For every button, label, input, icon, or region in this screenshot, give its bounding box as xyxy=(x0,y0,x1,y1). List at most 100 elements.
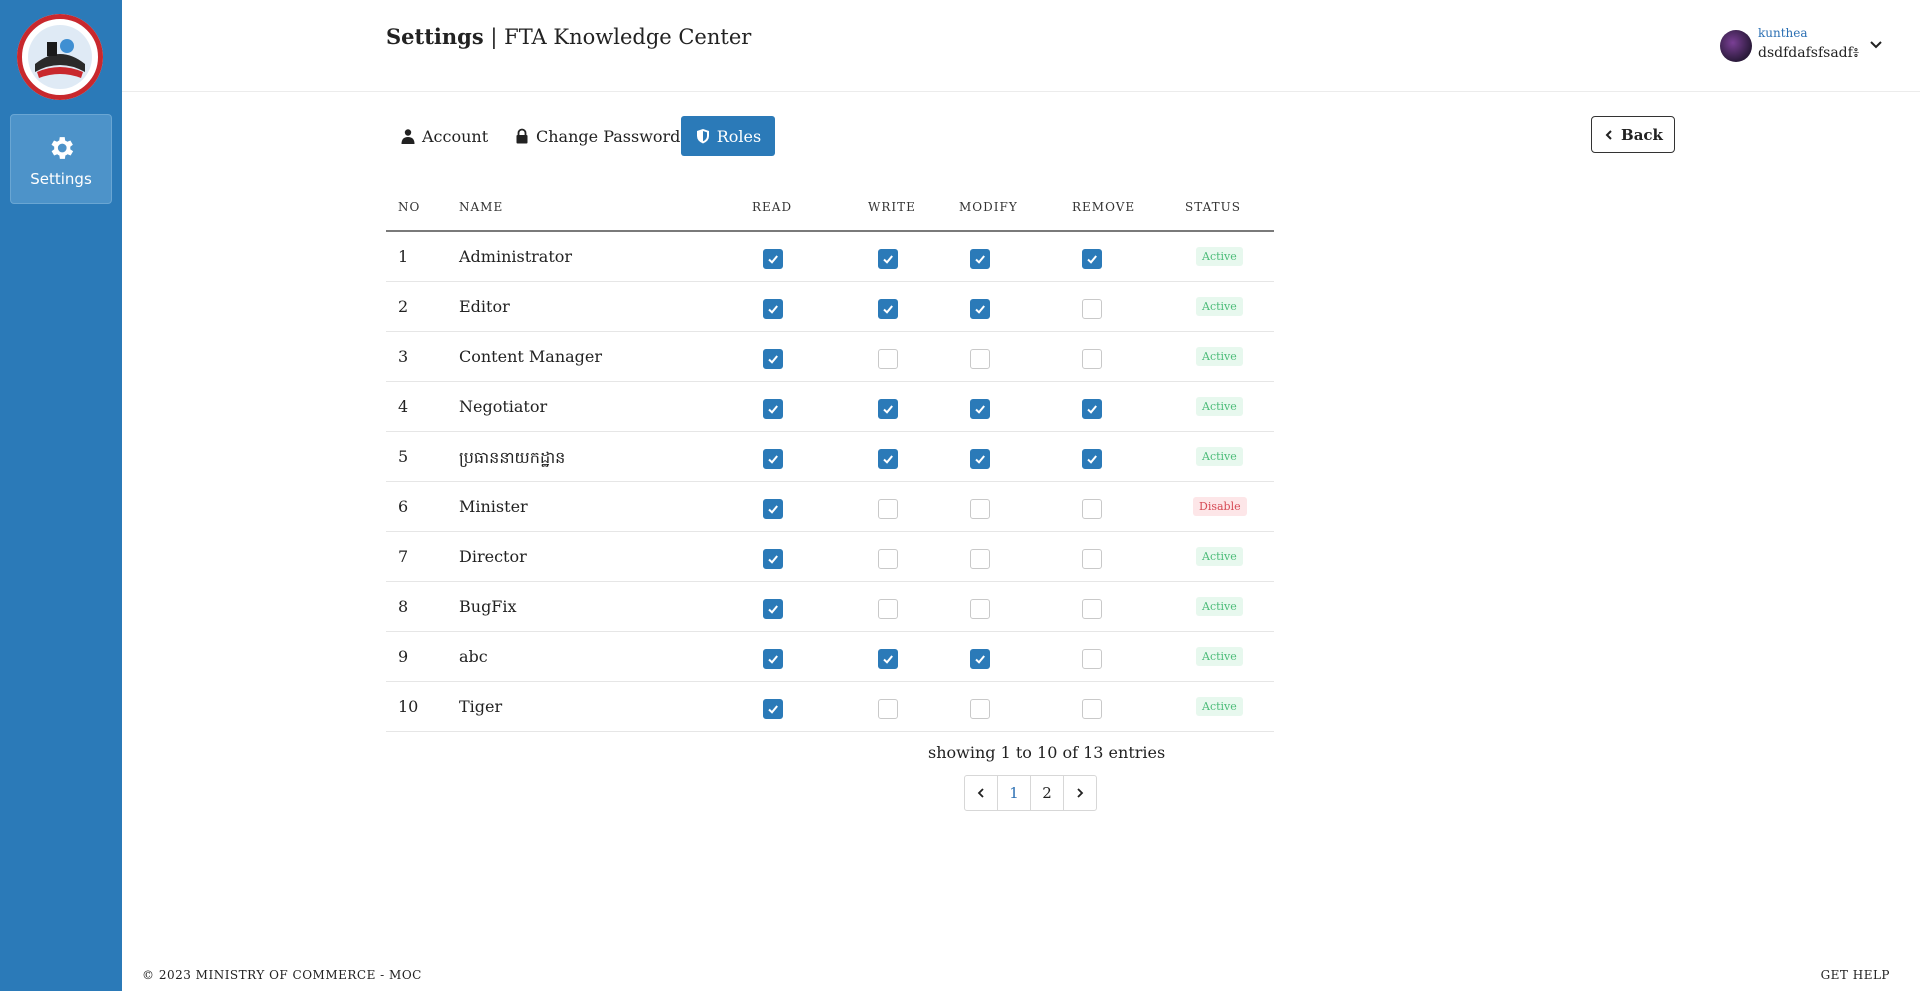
row-number: 3 xyxy=(398,347,409,366)
table-row: 1 Administrator Active xyxy=(386,232,1274,282)
check-icon xyxy=(1087,255,1097,264)
row-number: 1 xyxy=(398,247,409,266)
write-checkbox[interactable] xyxy=(878,249,898,269)
modify-checkbox[interactable] xyxy=(970,499,990,519)
pagination-info: showing 1 to 10 of 13 entries xyxy=(928,743,1166,762)
get-help-link[interactable]: GET HELP xyxy=(1821,968,1890,982)
check-icon xyxy=(768,505,778,514)
check-icon xyxy=(768,605,778,614)
modify-checkbox[interactable] xyxy=(970,299,990,319)
remove-checkbox[interactable] xyxy=(1082,699,1102,719)
check-icon xyxy=(975,305,985,314)
page-title-separator: | xyxy=(483,25,505,49)
status-badge: Active xyxy=(1196,247,1243,266)
col-header-write: WRITE xyxy=(868,200,916,214)
remove-checkbox[interactable] xyxy=(1082,599,1102,619)
write-checkbox[interactable] xyxy=(878,649,898,669)
modify-checkbox[interactable] xyxy=(970,449,990,469)
status-badge: Active xyxy=(1196,347,1243,366)
check-icon xyxy=(1087,405,1097,414)
modify-checkbox[interactable] xyxy=(970,649,990,669)
remove-checkbox[interactable] xyxy=(1082,499,1102,519)
status-badge: Active xyxy=(1196,547,1243,566)
check-icon xyxy=(975,655,985,664)
check-icon xyxy=(768,455,778,464)
write-checkbox[interactable] xyxy=(878,549,898,569)
role-name: Minister xyxy=(459,497,528,516)
remove-checkbox[interactable] xyxy=(1082,399,1102,419)
modify-checkbox[interactable] xyxy=(970,349,990,369)
write-checkbox[interactable] xyxy=(878,399,898,419)
read-checkbox[interactable] xyxy=(763,599,783,619)
tab-label: Change Password xyxy=(536,126,681,146)
write-checkbox[interactable] xyxy=(878,349,898,369)
tab-roles[interactable]: Roles xyxy=(681,116,775,156)
modify-checkbox[interactable] xyxy=(970,549,990,569)
status-badge: Active xyxy=(1196,397,1243,416)
page-button-2[interactable]: 2 xyxy=(1030,775,1064,811)
role-name: Editor xyxy=(459,297,510,316)
remove-checkbox[interactable] xyxy=(1082,549,1102,569)
row-number: 10 xyxy=(398,697,419,716)
role-name: Administrator xyxy=(459,247,573,266)
sidebar-item-settings[interactable]: Settings xyxy=(10,114,112,204)
gear-icon xyxy=(51,137,74,159)
chevron-left-icon xyxy=(1605,129,1612,140)
read-checkbox[interactable] xyxy=(763,449,783,469)
next-page-button[interactable] xyxy=(1063,775,1097,811)
role-name: ប្រធាននាយកដ្ឋាន xyxy=(459,448,566,467)
col-header-read: READ xyxy=(752,200,793,214)
status-badge: Active xyxy=(1196,447,1243,466)
read-checkbox[interactable] xyxy=(763,499,783,519)
check-icon xyxy=(975,455,985,464)
read-checkbox[interactable] xyxy=(763,699,783,719)
modify-checkbox[interactable] xyxy=(970,399,990,419)
write-checkbox[interactable] xyxy=(878,499,898,519)
remove-checkbox[interactable] xyxy=(1082,449,1102,469)
read-checkbox[interactable] xyxy=(763,549,783,569)
read-checkbox[interactable] xyxy=(763,649,783,669)
role-name: BugFix xyxy=(459,597,517,616)
col-header-status: STATUS xyxy=(1185,200,1241,214)
remove-checkbox[interactable] xyxy=(1082,649,1102,669)
remove-checkbox[interactable] xyxy=(1082,299,1102,319)
lock-icon xyxy=(516,128,528,144)
previous-page-button[interactable] xyxy=(964,775,998,811)
tab-account[interactable]: Account xyxy=(388,116,500,156)
check-icon xyxy=(1087,455,1097,464)
role-name: Negotiator xyxy=(459,397,548,416)
read-checkbox[interactable] xyxy=(763,299,783,319)
read-checkbox[interactable] xyxy=(763,249,783,269)
back-button[interactable]: Back xyxy=(1591,116,1675,153)
read-checkbox[interactable] xyxy=(763,349,783,369)
status-badge: Active xyxy=(1196,297,1243,316)
check-icon xyxy=(768,255,778,264)
footer-copyright: © 2023 MINISTRY OF COMMERCE - MOC xyxy=(142,968,422,982)
ministry-logo[interactable] xyxy=(17,14,103,100)
chevron-left-icon xyxy=(977,788,984,798)
read-checkbox[interactable] xyxy=(763,399,783,419)
table-row: 4 Negotiator Active xyxy=(386,382,1274,432)
user-menu[interactable]: kunthea dsdfdafsfsadf៖ xyxy=(1720,26,1890,66)
write-checkbox[interactable] xyxy=(878,599,898,619)
col-header-name: NAME xyxy=(459,200,504,214)
page-title-app: FTA Knowledge Center xyxy=(504,25,752,49)
tab-change-password[interactable]: Change Password xyxy=(502,116,692,156)
sidebar-item-label: Settings xyxy=(30,170,92,188)
check-icon xyxy=(883,405,893,414)
write-checkbox[interactable] xyxy=(878,449,898,469)
user-name: kunthea xyxy=(1758,26,1808,40)
modify-checkbox[interactable] xyxy=(970,599,990,619)
chevron-down-icon[interactable] xyxy=(1868,36,1884,52)
write-checkbox[interactable] xyxy=(878,299,898,319)
page-button-1[interactable]: 1 xyxy=(997,775,1031,811)
remove-checkbox[interactable] xyxy=(1082,349,1102,369)
write-checkbox[interactable] xyxy=(878,699,898,719)
col-header-no: NO xyxy=(398,200,421,214)
modify-checkbox[interactable] xyxy=(970,249,990,269)
status-badge: Active xyxy=(1196,647,1243,666)
modify-checkbox[interactable] xyxy=(970,699,990,719)
remove-checkbox[interactable] xyxy=(1082,249,1102,269)
row-number: 7 xyxy=(398,547,409,566)
chevron-right-icon xyxy=(1077,788,1084,798)
